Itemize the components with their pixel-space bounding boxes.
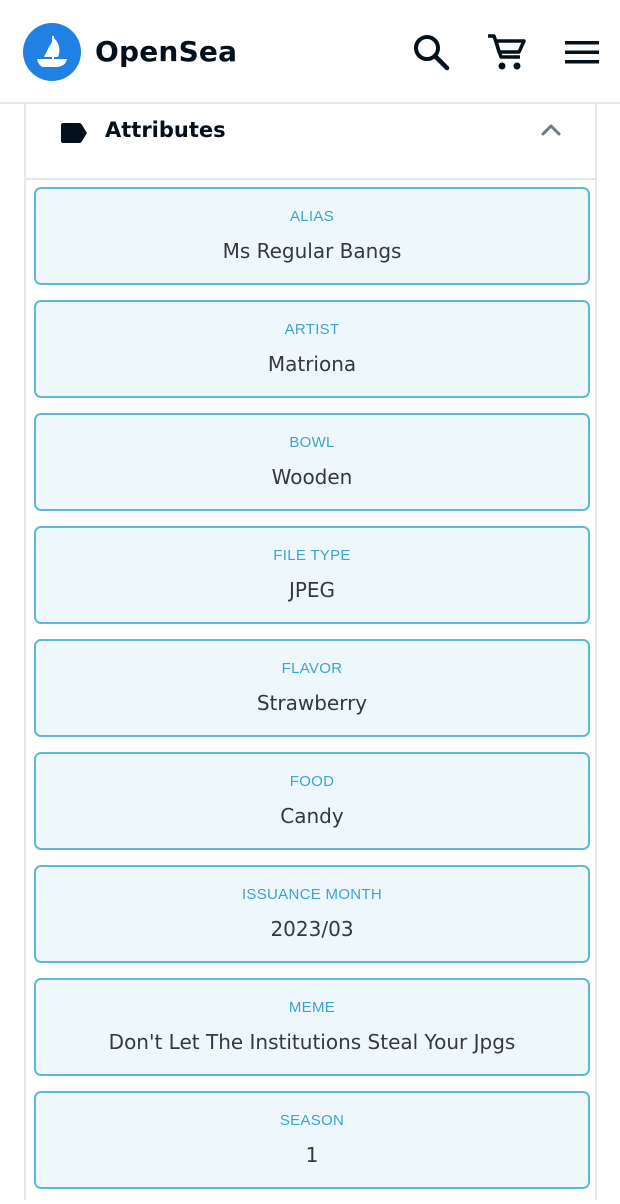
attribute-card[interactable]: FILE TYPE JPEG	[34, 526, 590, 624]
attributes-title: Attributes	[105, 118, 226, 142]
opensea-logo-icon[interactable]	[23, 23, 81, 81]
search-button[interactable]	[409, 30, 453, 74]
attribute-trait-type: FOOD	[289, 773, 335, 790]
attribute-card[interactable]: ISSUANCE MONTH 2023/03	[34, 865, 590, 963]
attribute-value: Don't Let The Institutions Steal Your Jp…	[108, 1030, 516, 1054]
attributes-panel: Attributes ALIAS Ms Regular Bangs ARTIST Ma…	[24, 104, 597, 1200]
attribute-trait-type: ALIAS	[289, 208, 335, 225]
attribute-value: Matriona	[267, 352, 357, 376]
attribute-trait-type: MEME	[288, 999, 336, 1016]
attribute-value: JPEG	[288, 578, 336, 602]
attribute-card[interactable]: FOOD Candy	[34, 752, 590, 850]
attribute-card[interactable]: ARTIST Matriona	[34, 300, 590, 398]
attribute-card[interactable]: MEME Don't Let The Institutions Steal You…	[34, 978, 590, 1076]
tag-icon	[61, 123, 87, 143]
attribute-trait-type: ARTIST	[284, 321, 340, 338]
attribute-trait-type: BOWL	[289, 434, 335, 451]
cart-icon	[488, 34, 526, 70]
attribute-value: Wooden	[271, 465, 353, 489]
menu-icon	[565, 41, 599, 64]
attribute-value: Ms Regular Bangs	[222, 239, 402, 263]
top-nav-bar: OpenSea	[0, 0, 620, 104]
attribute-value: Candy	[280, 804, 344, 828]
attribute-card[interactable]: FLAVOR Strawberry	[34, 639, 590, 737]
attribute-trait-type: ISSUANCE MONTH	[241, 886, 383, 903]
menu-button[interactable]	[560, 30, 604, 74]
attribute-card[interactable]: BOWL Wooden	[34, 413, 590, 511]
search-icon	[414, 35, 450, 71]
attributes-panel-header[interactable]: Attributes	[26, 104, 595, 180]
attribute-trait-type: SEASON	[279, 1112, 345, 1129]
chevron-up-icon[interactable]	[540, 122, 562, 138]
attribute-value: 1	[305, 1143, 319, 1167]
attribute-value: Strawberry	[256, 691, 368, 715]
attribute-card[interactable]: SEASON 1	[34, 1091, 590, 1189]
attribute-trait-type: FLAVOR	[281, 660, 343, 677]
attribute-value: 2023/03	[270, 917, 354, 941]
attribute-trait-type: FILE TYPE	[273, 547, 351, 564]
ship-icon	[37, 36, 67, 67]
cart-button[interactable]	[484, 30, 528, 74]
attribute-card[interactable]: ALIAS Ms Regular Bangs	[34, 187, 590, 285]
attributes-list: ALIAS Ms Regular Bangs ARTIST Matriona BOWL W…	[34, 187, 590, 1204]
brand-name[interactable]: OpenSea	[95, 32, 237, 72]
